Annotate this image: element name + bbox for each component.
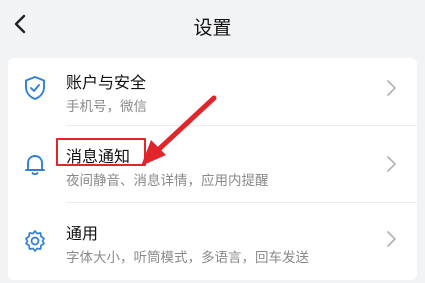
gear-icon — [25, 230, 45, 252]
chevron-right-icon — [387, 156, 396, 172]
settings-item-subtitle: 字体大小，听筒模式，多语言，回车发送 — [66, 250, 309, 266]
settings-item-subtitle: 手机号，微信 — [66, 99, 147, 115]
bell-icon — [25, 155, 45, 176]
divider — [66, 202, 417, 203]
settings-card: 账户与安全 手机号，微信 消息通知 夜间静音、消息详情，应用内提醒 通用 字体大… — [8, 58, 417, 280]
chevron-right-icon — [387, 231, 396, 247]
settings-item-title: 账户与安全 — [66, 73, 147, 92]
divider — [66, 125, 417, 126]
settings-item-general[interactable]: 通用 字体大小，听筒模式，多语言，回车发送 — [8, 206, 417, 280]
highlight-box — [56, 138, 146, 166]
settings-item-title: 通用 — [66, 224, 99, 243]
settings-item-account-security[interactable]: 账户与安全 手机号，微信 — [8, 58, 417, 132]
settings-item-subtitle: 夜间静音、消息详情，应用内提醒 — [66, 173, 269, 189]
chevron-right-icon — [387, 80, 396, 96]
page-title: 设置 — [193, 17, 232, 39]
header-bar: 设置 — [0, 0, 425, 56]
shield-check-icon — [25, 76, 45, 100]
